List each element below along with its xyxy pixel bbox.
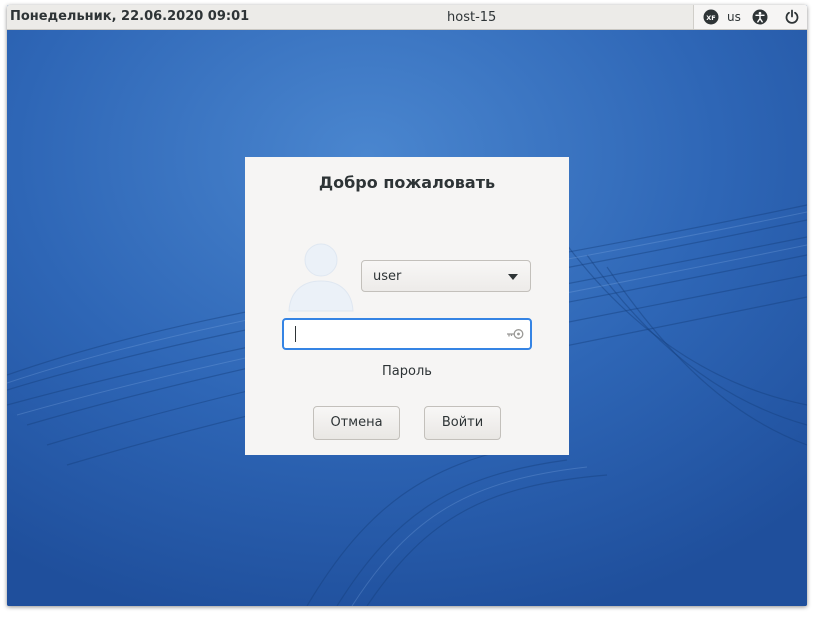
svg-text:XF: XF <box>706 14 715 22</box>
xfce-icon[interactable]: XF <box>703 9 719 25</box>
desktop: Понедельник, 22.06.2020 09:01 host-15 XF… <box>7 5 807 606</box>
hostname: host-15 <box>447 10 497 25</box>
accessibility-icon[interactable] <box>752 9 768 25</box>
dialog-title: Добро пожаловать <box>318 173 496 192</box>
user-avatar-icon <box>288 243 354 312</box>
key-icon <box>507 329 524 339</box>
user-select-value: user <box>373 269 402 284</box>
top-panel: Понедельник, 22.06.2020 09:01 host-15 XF… <box>7 5 807 30</box>
clock[interactable]: Понедельник, 22.06.2020 09:01 <box>10 9 249 24</box>
chevron-down-icon <box>508 274 518 280</box>
system-tray: XF us <box>693 5 807 29</box>
user-select[interactable]: user <box>361 260 531 292</box>
text-cursor <box>295 326 296 342</box>
password-label: Пароль <box>382 364 432 379</box>
password-input[interactable] <box>282 318 532 350</box>
login-button[interactable]: Войти <box>424 406 501 440</box>
keyboard-layout-indicator[interactable]: us <box>727 10 741 24</box>
power-icon[interactable] <box>784 9 800 25</box>
cancel-button[interactable]: Отмена <box>313 406 400 440</box>
login-dialog: Добро пожаловать user Пароль Отмена Войт… <box>245 157 569 455</box>
